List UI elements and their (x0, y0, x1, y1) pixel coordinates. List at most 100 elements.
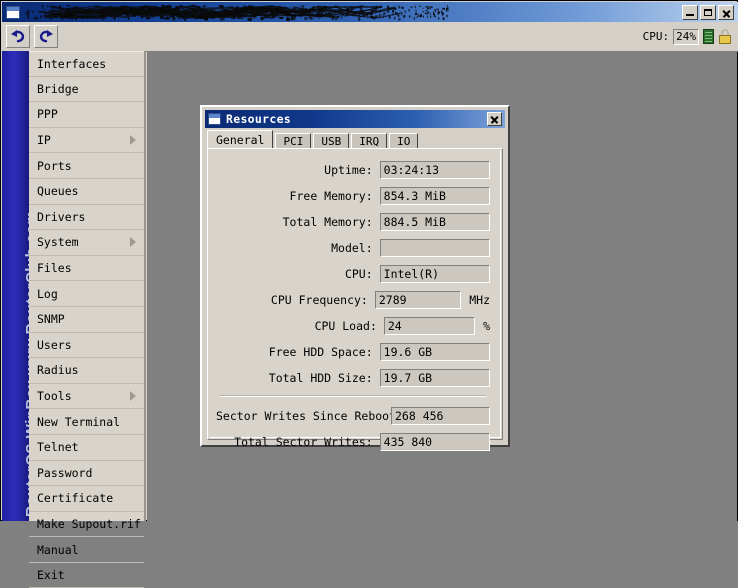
sidebar-item-ip[interactable]: IP (29, 128, 144, 154)
sidebar-item-drivers[interactable]: Drivers (29, 205, 144, 231)
field-value-free-hdd-space[interactable]: 19.6 GB (379, 343, 490, 361)
sidebar-item-label: Drivers (37, 209, 86, 224)
sidebar-accent-strip: RouterOS WinBox www.RouterClub.com (2, 51, 29, 521)
cpu-meter-icon (703, 29, 714, 44)
field-value-total-hdd-size[interactable]: 19.7 GB (379, 369, 490, 387)
redo-button[interactable] (34, 25, 58, 48)
close-button[interactable] (718, 4, 734, 20)
sidebar-item-certificate[interactable]: Certificate (29, 486, 144, 512)
sidebar-item-label: Telnet (37, 440, 79, 455)
field-row-sector-writes-since-reboot: Sector Writes Since Reboot: 268 456 (216, 407, 490, 425)
sidebar-item-tools[interactable]: Tools (29, 384, 144, 410)
sidebar-item-ppp[interactable]: PPP (29, 102, 144, 128)
sidebar-item-label: Exit (37, 568, 65, 583)
field-value-uptime[interactable]: 03:24:13 (379, 161, 490, 179)
field-value-cpu[interactable]: Intel(R) (379, 265, 490, 283)
field-label-free-hdd-space: Free HDD Space: (268, 345, 373, 359)
sidebar-item-label: Make Supout.rif (37, 516, 141, 531)
field-row-cpu-load: CPU Load: 24% (216, 317, 490, 335)
field-value-total-sector-writes[interactable]: 435 840 (379, 433, 490, 451)
chevron-right-icon (130, 391, 136, 402)
winbox-window: CPU: 24% RouterOS WinBox www.RouterClub.… (0, 0, 738, 588)
field-row-free-memory: Free Memory: 854.3 MiB (216, 187, 490, 205)
field-row-cpu-frequency: CPU Frequency: 2789 MHz (216, 291, 490, 309)
field-label-total-memory: Total Memory: (282, 215, 373, 229)
sidebar-item-password[interactable]: Password (29, 461, 144, 487)
sidebar-item-label: IP (37, 133, 51, 148)
tab-general[interactable]: General (207, 130, 274, 149)
sidebar-item-files[interactable]: Files (29, 256, 144, 282)
resources-dialog: Resources General PCI USB IRQ IO Uptime: 03:2… (200, 105, 510, 451)
sidebar-item-label: New Terminal (37, 414, 121, 429)
sidebar-item-label: Bridge (37, 81, 79, 96)
field-value-free-memory[interactable]: 854.3 MiB (379, 187, 490, 205)
sidebar-item-label: Radius (37, 363, 79, 378)
tab-irq[interactable]: IRQ (351, 133, 388, 149)
sector-fields: Sector Writes Since Reboot: 268 456 Total … (216, 407, 490, 451)
window-controls (682, 4, 734, 20)
field-row-uptime: Uptime: 03:24:13 (216, 161, 490, 179)
sidebar-item-ports[interactable]: Ports (29, 153, 144, 179)
field-unit-cpu-load: % (483, 319, 490, 333)
field-value-cpu-frequency[interactable]: 2789 (374, 291, 462, 309)
undo-button[interactable] (6, 25, 30, 48)
dialog-title: Resources (226, 112, 292, 126)
dialog-panel: Uptime: 03:24:13 Free Memory: 854.3 MiB Tota… (207, 148, 503, 451)
sidebar-item-label: SNMP (37, 312, 65, 327)
sidebar-item-label: Log (37, 286, 58, 301)
cpu-label: CPU: (642, 30, 670, 43)
tab-io[interactable]: IO (389, 133, 419, 149)
field-row-free-hdd-space: Free HDD Space: 19.6 GB (216, 343, 490, 361)
field-value-total-memory[interactable]: 884.5 MiB (379, 213, 490, 231)
sidebar-item-manual[interactable]: Manual (29, 537, 144, 563)
field-unit-cpu-frequency: MHz (469, 293, 490, 307)
sidebar-item-telnet[interactable]: Telnet (29, 435, 144, 461)
sidebar-item-bridge[interactable]: Bridge (29, 77, 144, 103)
cpu-indicator: CPU: 24% (642, 28, 732, 45)
general-fields: Uptime: 03:24:13 Free Memory: 854.3 MiB Tota… (216, 161, 490, 387)
sidebar-item-interfaces[interactable]: Interfaces (29, 51, 144, 77)
section-divider (220, 395, 486, 397)
minimize-button[interactable] (682, 4, 698, 20)
window-titlebar (2, 2, 738, 22)
toolbar: CPU: 24% (2, 22, 738, 52)
dialog-frame: Resources General PCI USB IRQ IO Uptime: 03:2… (202, 107, 508, 451)
tab-pci[interactable]: PCI (275, 133, 312, 149)
sidebar-item-system[interactable]: System (29, 230, 144, 256)
field-value-sector-writes-since-reboot[interactable]: 268 456 (391, 407, 490, 425)
field-row-total-memory: Total Memory: 884.5 MiB (216, 213, 490, 231)
field-label-total-hdd-size: Total HDD Size: (268, 371, 373, 385)
dialog-close-button[interactable] (487, 112, 502, 126)
dialog-panel-inner: Uptime: 03:24:13 Free Memory: 854.3 MiB Tota… (209, 150, 501, 451)
sidebar-item-label: PPP (37, 107, 58, 122)
field-label-cpu: CPU: (344, 267, 373, 281)
field-value-model[interactable] (379, 239, 490, 257)
sidebar-item-new-terminal[interactable]: New Terminal (29, 409, 144, 435)
sidebar-item-queues[interactable]: Queues (29, 179, 144, 205)
sidebar-item-label: System (37, 235, 79, 250)
maximize-button[interactable] (700, 4, 716, 20)
dialog-tabs: General PCI USB IRQ IO (207, 130, 419, 149)
sidebar-item-users[interactable]: Users (29, 333, 144, 359)
field-label-sector-writes-since-reboot: Sector Writes Since Reboot: (216, 409, 403, 423)
redo-icon (39, 30, 53, 43)
sidebar-item-snmp[interactable]: SNMP (29, 307, 144, 333)
sidebar-item-label: Tools (37, 389, 72, 404)
sidebar-item-label: Ports (37, 158, 72, 173)
field-label-total-sector-writes: Total Sector Writes: (234, 435, 373, 449)
sidebar-item-label: Files (37, 261, 72, 276)
sidebar-item-radius[interactable]: Radius (29, 358, 144, 384)
lock-icon[interactable] (718, 29, 732, 44)
sidebar-item-label: Queues (37, 184, 79, 199)
tab-usb[interactable]: USB (313, 133, 350, 149)
dialog-titlebar[interactable]: Resources (205, 110, 505, 128)
title-redaction (25, 4, 449, 21)
sidebar-menu: Interfaces Bridge PPP IP Ports Queues Drivers S… (29, 51, 146, 588)
sidebar-item-make-supout-rif[interactable]: Make Supout.rif (29, 512, 144, 538)
field-row-cpu: CPU: Intel(R) (216, 265, 490, 283)
field-row-total-sector-writes: Total Sector Writes: 435 840 (216, 433, 490, 451)
sidebar-item-label: Users (37, 337, 72, 352)
field-value-cpu-load[interactable]: 24 (383, 317, 476, 335)
sidebar-item-exit[interactable]: Exit (29, 563, 144, 588)
sidebar-item-log[interactable]: Log (29, 281, 144, 307)
